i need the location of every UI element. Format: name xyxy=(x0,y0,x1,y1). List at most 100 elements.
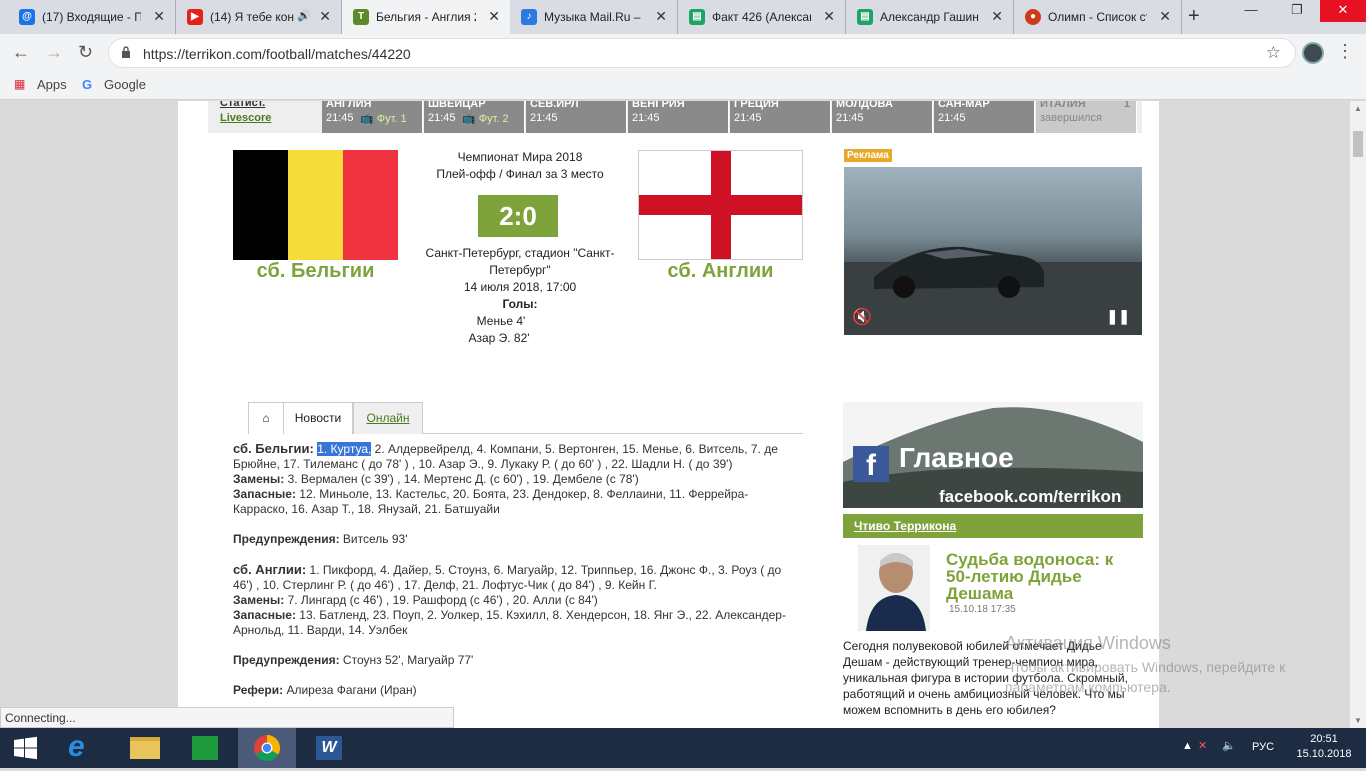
section-header[interactable]: Чтиво Терриконa xyxy=(843,514,1143,538)
article-title[interactable]: Судьба водоноса: к 50-летию Дидье Дешама xyxy=(946,551,1136,602)
ticker-item[interactable]: САН-МАР 21:45 xyxy=(934,101,1035,133)
ad-video[interactable]: 🔇 ❚❚ xyxy=(844,167,1142,335)
scrollbar[interactable]: ▲ ▼ xyxy=(1350,101,1366,728)
volume-icon[interactable]: 🔈 xyxy=(1222,739,1236,752)
language-indicator[interactable]: РУС xyxy=(1252,741,1274,753)
goals-label: Голы: xyxy=(502,297,538,311)
home-warnings: Витсель 93' xyxy=(339,532,408,546)
forward-icon[interactable]: → xyxy=(45,42,63,63)
speaker-icon[interactable]: 🔊 xyxy=(297,9,311,22)
tab-online[interactable]: Онлайн xyxy=(353,402,423,434)
system-tray: ▲ ✕ 🔈 РУС 20:51 15.10.2018 xyxy=(1166,728,1366,768)
ad-block[interactable]: Реклама 🔇 ❚❚ xyxy=(844,149,1142,335)
content-tabs: ⌂ Новости Онлайн xyxy=(248,402,803,434)
ie-icon[interactable]: e xyxy=(54,728,112,768)
network-icon[interactable]: ✕ xyxy=(1198,739,1207,752)
restore-icon[interactable]: ❐ xyxy=(1274,0,1320,22)
browser-tab[interactable]: ♪ Музыка Mail.Ru – с ✕ xyxy=(510,0,678,34)
new-tab-button[interactable]: + xyxy=(1188,5,1200,28)
taskbar: e W ▲ ✕ 🔈 РУС 20:51 15.10.2018 xyxy=(0,728,1366,768)
ticker-item[interactable]: ВЕНГРИЯ 21:45 xyxy=(628,101,729,133)
back-icon[interactable]: ← xyxy=(12,42,30,63)
close-icon[interactable]: ✕ xyxy=(1159,8,1171,25)
chrome-logo xyxy=(254,734,281,762)
tray-arrow-icon[interactable]: ▲ xyxy=(1182,740,1193,752)
fb-url: facebook.com/terrikon xyxy=(939,487,1122,506)
activation-watermark-text: Чтобы активировать Windows, перейдите к … xyxy=(1005,659,1286,695)
browser-tab-active[interactable]: T Бельгия - Англия 2 ✕ xyxy=(342,0,510,34)
browser-tab[interactable]: ▤ Александр Гашин ✕ xyxy=(846,0,1014,34)
ticker-team: АНГЛИЯ xyxy=(326,101,372,110)
car-image xyxy=(844,246,1142,335)
article-image[interactable] xyxy=(858,545,930,631)
tab-title: Олимп - Список ст xyxy=(1048,10,1147,24)
away-subs: 7. Лингард (с 46') , 19. Рашфорд (с 46')… xyxy=(284,593,598,607)
address-bar[interactable]: https://terrikon.com/football/matches/44… xyxy=(108,38,1296,68)
goal-item: Азар Э. 82' xyxy=(468,331,530,345)
browser-tab[interactable]: @ (17) Входящие - По ✕ xyxy=(8,0,176,34)
url-text: https://terrikon.com/football/matches/44… xyxy=(143,46,411,62)
home-team-name[interactable]: сб. Бельгии xyxy=(233,260,398,283)
ticker-team: СЕВ.ИРЛ xyxy=(530,101,579,110)
scrollbar-thumb[interactable] xyxy=(1353,131,1363,157)
venue-block: Санкт-Петербург, стадион "Санкт-Петербур… xyxy=(420,245,620,296)
close-icon[interactable]: ✕ xyxy=(991,8,1003,25)
ticker-item[interactable]: ИТАЛИЯ 1 завершился xyxy=(1036,101,1137,133)
browser-tab[interactable]: ▶ (14) Я тебе кон 🔊 ✕ xyxy=(176,0,342,34)
away-lineup: 1. Пикфорд, 4. Дайер, 5. Стоунз, 6. Магу… xyxy=(233,563,782,592)
bench-label: Запасные: xyxy=(233,608,296,622)
tab-news[interactable]: Новости xyxy=(284,402,353,434)
livescore-link[interactable]: Livescore xyxy=(220,112,271,124)
close-icon[interactable]: ✕ xyxy=(655,8,667,25)
music-icon: ♪ xyxy=(521,9,537,25)
ticker-item[interactable]: АНГЛИЯ 21:45 📺 Фут. 1 xyxy=(322,101,423,133)
close-icon[interactable]: ✕ xyxy=(153,8,165,25)
tab-title: (14) Я тебе кон xyxy=(210,10,295,24)
mail-icon: @ xyxy=(19,9,35,25)
start-button[interactable] xyxy=(0,728,50,768)
browser-tab[interactable]: ● Олимп - Список ст ✕ xyxy=(1014,0,1182,34)
ticker-score: 1 xyxy=(1123,101,1130,110)
mute-icon[interactable]: 🔇 xyxy=(852,307,872,327)
close-icon[interactable]: ✕ xyxy=(319,8,331,25)
browser-tab[interactable]: ▤ Факт 426 (Алексан ✕ xyxy=(678,0,846,34)
home-icon[interactable]: ⌂ xyxy=(248,402,284,434)
warnings-label: Предупреждения: xyxy=(233,653,340,667)
bookmarks-bar: ▦ Apps G Google xyxy=(0,72,1366,100)
word-icon[interactable]: W xyxy=(300,728,358,768)
facebook-banner[interactable]: f Главное facebook.com/terrikon xyxy=(843,402,1143,508)
ticker-item[interactable]: СЕВ.ИРЛ 21:45 xyxy=(526,101,627,133)
explorer-icon[interactable] xyxy=(116,728,174,768)
scroll-up-icon[interactable]: ▲ xyxy=(1354,104,1362,113)
scroll-down-icon[interactable]: ▼ xyxy=(1354,716,1362,725)
profile-avatar[interactable] xyxy=(1302,42,1324,64)
bookmark-star-icon[interactable]: ☆ xyxy=(1266,43,1281,63)
activation-watermark-title: Активация Windows xyxy=(1005,633,1171,653)
tab-title: (17) Входящие - По xyxy=(42,10,141,24)
tournament-name[interactable]: Чемпионат Мира 2018 xyxy=(420,149,620,166)
clock-time[interactable]: 20:51 xyxy=(1294,733,1354,745)
home-lineup-label: сб. Бельгии: xyxy=(233,441,314,456)
terrikon-icon: T xyxy=(353,9,369,25)
referee-label: Рефери: xyxy=(233,683,284,697)
bookmark-google[interactable]: Google xyxy=(104,77,146,92)
ticker-item[interactable]: МОЛДОВА 21:45 xyxy=(832,101,933,133)
stats-link[interactable]: Статист. xyxy=(220,101,265,109)
ticker-team: ГРЕЦИЯ xyxy=(734,101,779,110)
reload-icon[interactable]: ↻ xyxy=(78,42,93,63)
bookmark-apps[interactable]: Apps xyxy=(37,77,67,92)
close-icon[interactable]: ✕ xyxy=(488,8,500,25)
ticker-item[interactable]: ГРЕЦИЯ 21:45 xyxy=(730,101,831,133)
store-icon[interactable] xyxy=(176,728,234,768)
chrome-icon[interactable] xyxy=(238,728,296,768)
minimize-icon[interactable]: — xyxy=(1228,0,1274,22)
close-icon[interactable]: ✕ xyxy=(823,8,835,25)
away-team-name[interactable]: сб. Англии xyxy=(638,260,803,283)
person-photo xyxy=(858,545,930,631)
tab-title: Александр Гашин xyxy=(880,10,979,24)
ticker-item[interactable]: ШВЕЙЦАР 21:45 📺 Фут. 2 xyxy=(424,101,525,133)
clock-date[interactable]: 15.10.2018 xyxy=(1294,748,1354,760)
window-close-icon[interactable]: ✕ xyxy=(1320,0,1366,22)
pause-icon[interactable]: ❚❚ xyxy=(1107,308,1130,325)
menu-icon[interactable]: ⋮ xyxy=(1336,41,1354,62)
